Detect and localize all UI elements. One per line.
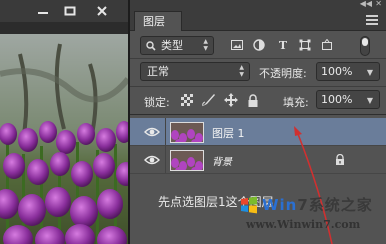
layer-thumbnail	[170, 122, 204, 143]
lock-icon	[336, 154, 344, 165]
layer-row-background[interactable]: 背景	[130, 146, 386, 174]
minimize-icon	[38, 12, 48, 14]
lock-all-icon[interactable]	[246, 93, 260, 107]
stepper-arrows-icon: ▲ ▼	[239, 64, 244, 78]
maximize-icon	[64, 6, 76, 16]
maximize-button[interactable]	[58, 1, 82, 21]
watermark-brand: Win7系统之家	[262, 196, 373, 214]
opacity-value: 100%	[321, 65, 353, 78]
document-titlebar	[0, 0, 130, 22]
fill-label: 填充:	[283, 96, 309, 109]
fill-value: 100%	[321, 93, 353, 106]
layer-thumbnail	[170, 150, 204, 171]
chevron-down-icon[interactable]: ▼	[364, 69, 376, 77]
layer-name[interactable]: 背景	[212, 153, 232, 168]
adjustment-filter-icon[interactable]	[252, 38, 266, 52]
panel-dock-header: ◀◀ ✕	[130, 0, 386, 11]
panel-tabbar: 图层	[130, 11, 386, 31]
stepper-arrows-icon: ▲ ▼	[203, 38, 208, 52]
lock-label: 锁定:	[144, 96, 170, 109]
eye-icon[interactable]	[144, 154, 160, 166]
panel-menu-icon[interactable]	[366, 15, 378, 25]
lock-image-pixels-icon[interactable]	[202, 93, 216, 107]
minimize-button[interactable]	[31, 1, 55, 21]
watermark-url: www.Winwin7.com	[246, 218, 361, 231]
watermark: Win7系统之家 www.Winwin7.com	[240, 190, 386, 244]
blend-mode-select[interactable]: 正常 ▲ ▼	[140, 62, 250, 81]
opacity-label: 不透明度:	[259, 67, 307, 80]
smart-object-filter-icon[interactable]	[320, 38, 334, 52]
close-icon	[97, 6, 107, 16]
close-panel-icon[interactable]: ✕	[375, 0, 382, 8]
toggle-knob	[362, 38, 368, 46]
eye-icon[interactable]	[144, 126, 160, 138]
filter-toggle[interactable]	[360, 36, 370, 56]
document-window	[0, 0, 130, 244]
chevron-down-icon[interactable]: ▼	[364, 97, 376, 105]
shape-filter-icon[interactable]	[298, 38, 312, 52]
blend-mode-value: 正常	[147, 65, 169, 78]
tulip-photo	[0, 34, 128, 244]
filter-kind-label: 类型	[161, 39, 183, 52]
search-icon	[146, 41, 156, 51]
close-button[interactable]	[90, 1, 114, 21]
type-filter-icon[interactable]: T	[276, 38, 290, 52]
divider	[130, 58, 386, 59]
layer-name[interactable]: 图层 1	[212, 125, 245, 141]
fill-field[interactable]: 100% ▼	[316, 90, 380, 109]
document-toolbar-gap	[0, 22, 130, 34]
collapse-panel-icon[interactable]: ◀◀	[360, 0, 372, 8]
opacity-field[interactable]: 100% ▼	[316, 62, 380, 81]
lock-position-icon[interactable]	[224, 93, 238, 107]
layer-row-layer1[interactable]: 图层 1	[130, 118, 386, 146]
lock-transparent-pixels-icon[interactable]	[180, 93, 194, 107]
image-filter-icon[interactable]	[230, 38, 244, 52]
filter-kind-select[interactable]: 类型 ▲ ▼	[140, 36, 214, 55]
windows-logo-icon	[241, 196, 257, 214]
divider	[130, 86, 386, 87]
tab-layers[interactable]: 图层	[134, 11, 182, 31]
